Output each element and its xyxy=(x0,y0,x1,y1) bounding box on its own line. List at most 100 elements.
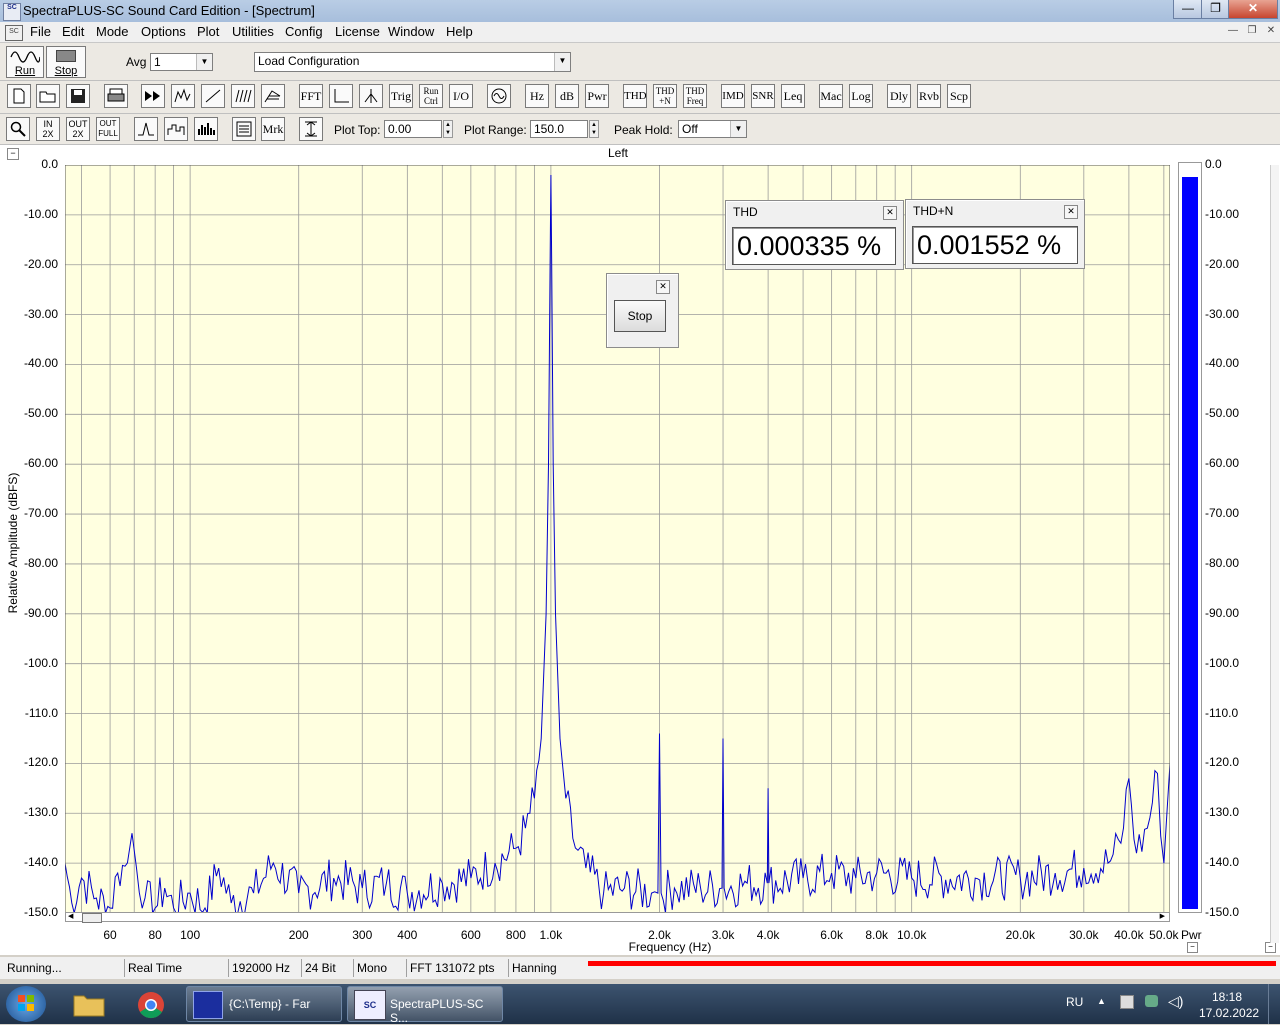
vertical-scrollbar[interactable] xyxy=(1270,165,1279,943)
run-button[interactable]: Run xyxy=(6,46,44,78)
close-icon[interactable]: ✕ xyxy=(656,280,670,294)
new-file-button[interactable] xyxy=(7,84,31,108)
close-icon[interactable]: ✕ xyxy=(883,206,897,220)
thd-button[interactable]: THD xyxy=(623,84,647,108)
collapse-icon[interactable]: − xyxy=(1265,942,1276,953)
scroll-thumb[interactable] xyxy=(82,913,102,923)
pwr-button[interactable]: Pwr xyxy=(585,84,609,108)
menu-help[interactable]: Help xyxy=(446,24,473,39)
thd-freq-button[interactable]: THD Freq xyxy=(683,84,707,108)
menu-config[interactable]: Config xyxy=(285,24,323,39)
action-center-icon[interactable] xyxy=(1120,995,1134,1009)
save-button[interactable] xyxy=(66,84,90,108)
chrome-taskbar-button[interactable] xyxy=(134,990,168,1020)
doc-icon[interactable]: SC xyxy=(5,25,23,41)
overlay-button[interactable] xyxy=(232,117,256,141)
power-tick-label: -60.00 xyxy=(1205,456,1240,471)
minimize-button[interactable]: — xyxy=(1173,0,1203,19)
plot-range-spinner[interactable]: ▲ ▼ xyxy=(589,120,599,138)
antenna-icon xyxy=(364,89,378,103)
fft-button[interactable]: FFT xyxy=(299,84,323,108)
signal-generator-icon xyxy=(491,88,507,104)
zoom-out-full-button[interactable]: OUT FULL xyxy=(96,117,120,141)
stop-button[interactable]: Stop xyxy=(46,46,86,78)
far-taskbar-button[interactable]: {C:\Temp} - Far xyxy=(186,986,342,1022)
imd-button[interactable]: IMD xyxy=(721,84,745,108)
language-indicator[interactable]: RU xyxy=(1066,995,1083,1009)
network-icon[interactable] xyxy=(1145,995,1158,1007)
collapse-icon[interactable]: − xyxy=(1187,942,1198,953)
log-button[interactable]: Log xyxy=(849,84,873,108)
scroll-right-icon[interactable]: ▶ xyxy=(1160,913,1165,921)
zoom-in-2x-button[interactable]: IN 2X xyxy=(36,117,60,141)
time-series-button[interactable] xyxy=(201,84,225,108)
scroll-left-icon[interactable]: ◀ xyxy=(68,913,73,921)
trig-button[interactable]: Trig xyxy=(389,84,413,108)
start-button[interactable] xyxy=(6,986,46,1022)
mac-button[interactable]: Mac xyxy=(819,84,843,108)
diagonal-line-icon xyxy=(205,89,221,103)
close-button[interactable]: ✕ xyxy=(1228,0,1278,19)
rvb-button[interactable]: Rvb xyxy=(917,84,941,108)
app-icon[interactable]: SC xyxy=(3,3,21,21)
plot-range-input[interactable]: 150.0 xyxy=(530,120,588,138)
menu-mode[interactable]: Mode xyxy=(96,24,129,39)
io-button[interactable]: I/O xyxy=(449,84,473,108)
db-button[interactable]: dB xyxy=(555,84,579,108)
peak-hold-select[interactable]: Off ▼ xyxy=(678,120,747,138)
thd-n-button[interactable]: THD +N xyxy=(653,84,677,108)
menu-edit[interactable]: Edit xyxy=(62,24,84,39)
hz-button[interactable]: Hz xyxy=(525,84,549,108)
popup-stop-button[interactable]: Stop xyxy=(614,300,666,332)
menu-license[interactable]: License xyxy=(335,24,380,39)
close-icon[interactable]: ✕ xyxy=(1064,205,1078,219)
speaker-icon[interactable]: ◁) xyxy=(1168,993,1183,1010)
restore-button[interactable]: ❐ xyxy=(1201,0,1230,19)
explorer-taskbar-button[interactable] xyxy=(72,990,106,1018)
step-plot-button[interactable] xyxy=(164,117,188,141)
autoscale-button[interactable] xyxy=(299,117,323,141)
clock-time[interactable]: 18:18 xyxy=(1212,990,1242,1004)
spectrogram-button[interactable] xyxy=(231,84,255,108)
horizontal-scrollbar[interactable]: ◀ ▶ xyxy=(65,912,1170,923)
marker-button[interactable]: Mrk xyxy=(261,117,285,141)
fast-forward-button[interactable] xyxy=(141,84,165,108)
antenna-button[interactable] xyxy=(359,84,383,108)
avg-select[interactable]: 1 ▼ xyxy=(150,53,213,71)
leq-button[interactable]: Leq xyxy=(781,84,805,108)
mdi-close-button[interactable]: ✕ xyxy=(1263,25,1279,39)
menu-options[interactable]: Options xyxy=(141,24,186,39)
open-file-button[interactable] xyxy=(36,84,60,108)
run-ctrl-button[interactable]: Run Ctrl xyxy=(419,84,443,108)
dly-button[interactable]: Dly xyxy=(887,84,911,108)
bar-plot-button[interactable] xyxy=(194,117,218,141)
plot-top-input[interactable]: 0.00 xyxy=(384,120,442,138)
menu-utilities[interactable]: Utilities xyxy=(232,24,274,39)
menu-window[interactable]: Window xyxy=(388,24,434,39)
mdi-minimize-button[interactable]: — xyxy=(1225,25,1241,39)
axis-button[interactable] xyxy=(329,84,353,108)
show-desktop-button[interactable] xyxy=(1268,984,1280,1024)
3d-surface-button[interactable] xyxy=(261,84,285,108)
clock-date[interactable]: 17.02.2022 xyxy=(1199,1006,1259,1020)
line-plot-button[interactable] xyxy=(134,117,158,141)
plot-range-label: Plot Range: xyxy=(464,123,527,137)
mdi-restore-button[interactable]: ❐ xyxy=(1244,25,1260,39)
zoom-out-2x-button[interactable]: OUT 2X xyxy=(66,117,90,141)
scp-button[interactable]: Scp xyxy=(947,84,971,108)
thd-n-meter[interactable]: THD+N ✕ 0.001552 % xyxy=(905,199,1085,269)
spectrum-mode-button[interactable] xyxy=(171,84,195,108)
generator-button[interactable] xyxy=(487,84,511,108)
menu-plot[interactable]: Plot xyxy=(197,24,219,39)
plot-top-spinner[interactable]: ▲ ▼ xyxy=(443,120,453,138)
print-button[interactable] xyxy=(104,84,128,108)
zoom-button[interactable] xyxy=(6,117,30,141)
snr-button[interactable]: SNR xyxy=(751,84,775,108)
tray-expand-icon[interactable]: ▲ xyxy=(1097,996,1106,1006)
y-tick-label: -130.0 xyxy=(23,805,58,820)
configuration-select[interactable]: Load Configuration ▼ xyxy=(254,52,571,72)
spectraplus-taskbar-button[interactable]: SC SpectraPLUS-SC S... xyxy=(347,986,503,1025)
menu-bar: SC File Edit Mode Options Plot Utilities… xyxy=(0,22,1280,43)
menu-file[interactable]: File xyxy=(30,24,51,39)
thd-meter[interactable]: THD ✕ 0.000335 % xyxy=(725,200,904,270)
